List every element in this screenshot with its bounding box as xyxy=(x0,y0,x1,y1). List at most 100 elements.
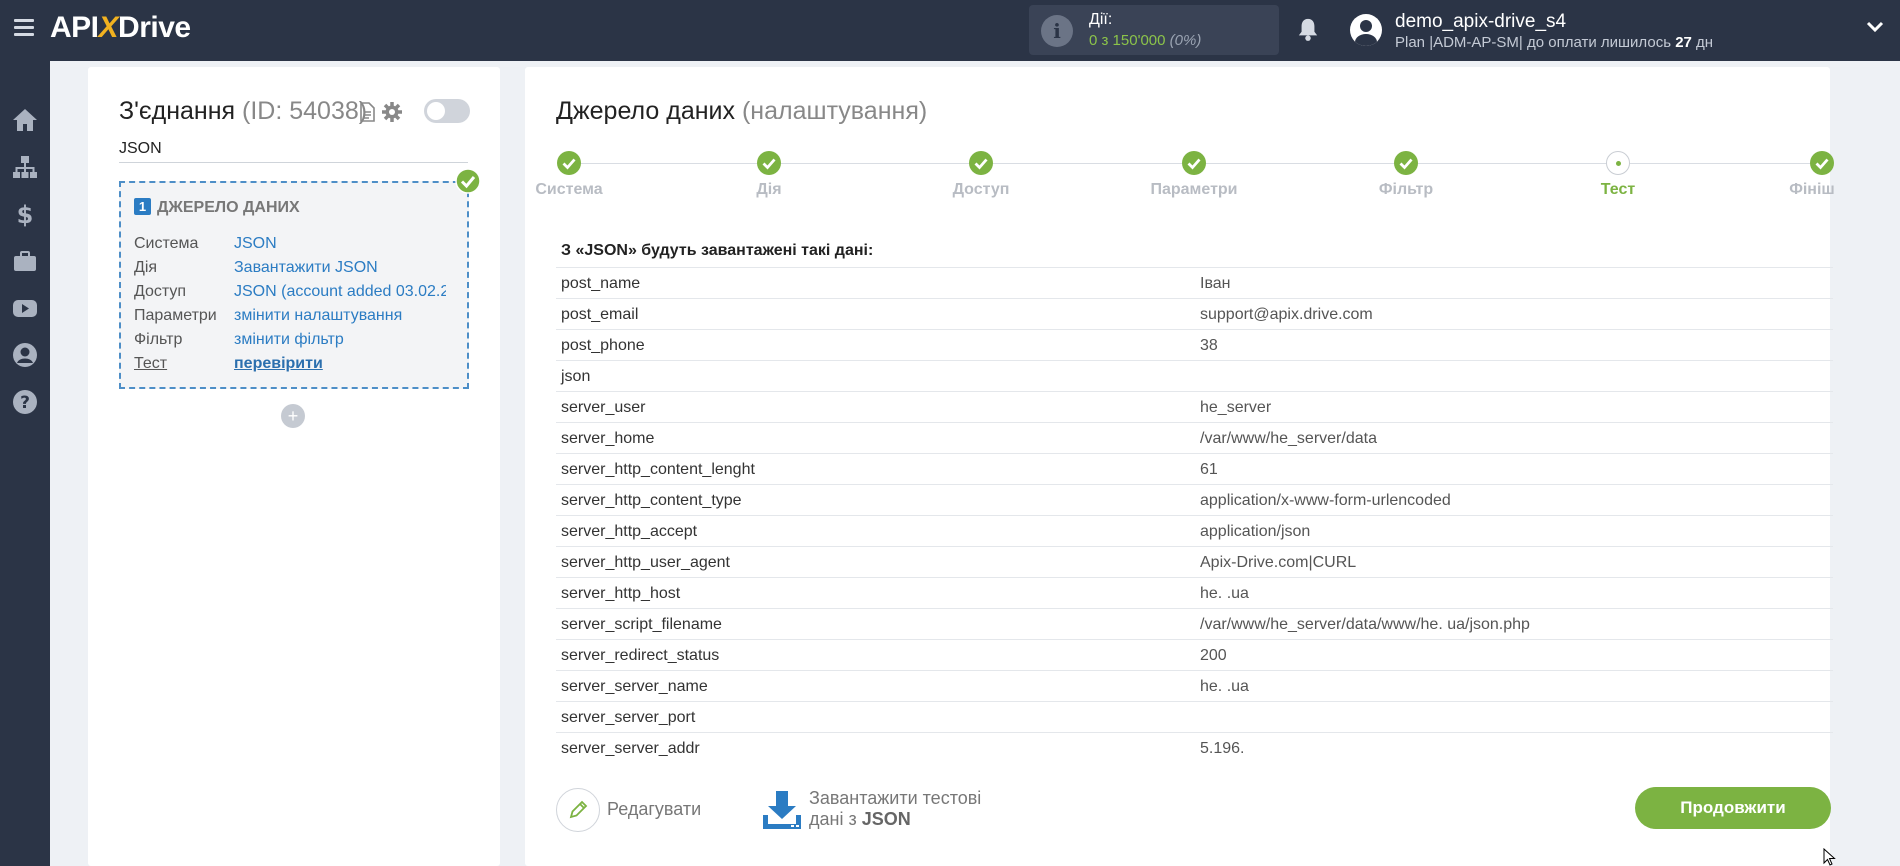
avatar[interactable] xyxy=(1350,14,1382,46)
actions-label: Дії: xyxy=(1089,11,1113,28)
source-row-params: Параметри змінити налаштування xyxy=(134,307,403,325)
user-name[interactable]: demo_apix-drive_s4 xyxy=(1395,11,1566,33)
chevron-down-icon[interactable] xyxy=(1866,20,1884,34)
field-name: server_server_name xyxy=(561,678,708,695)
briefcase-icon[interactable] xyxy=(11,247,39,275)
step-label: Дія xyxy=(756,181,782,198)
pencil-icon xyxy=(569,800,588,819)
youtube-icon[interactable] xyxy=(11,294,39,322)
step-label: Доступ xyxy=(952,181,1010,198)
field-name: server_http_user_agent xyxy=(561,554,730,571)
source-action-link[interactable]: Завантажити JSON xyxy=(234,259,378,277)
field-value: he_server xyxy=(1200,399,1272,416)
field-name: json xyxy=(561,368,591,385)
logo[interactable]: APIXDrive xyxy=(50,11,191,45)
table-heading: З «JSON» будуть завантажені такі дані: xyxy=(561,242,874,259)
field-name: server_server_addr xyxy=(561,740,700,757)
actions-counter: i Дії: 0 з 150'000 (0%) xyxy=(1029,5,1279,55)
step-current-dot xyxy=(1606,151,1630,175)
continue-button[interactable]: Продовжити xyxy=(1635,787,1831,829)
connection-name[interactable]: JSON xyxy=(119,140,468,163)
table-row: server_http_content_type application/x-ww… xyxy=(556,484,1833,515)
add-step-button[interactable]: + xyxy=(281,404,305,428)
step-check-icon xyxy=(757,151,781,175)
edit-label[interactable]: Редагувати xyxy=(607,799,701,820)
step-check-icon xyxy=(969,151,993,175)
table-row: server_server_port xyxy=(556,701,1833,732)
field-value: /var/www/he_server/data/www/he. ua/json.… xyxy=(1200,616,1530,633)
connection-title: З'єднання (ID: 54038) xyxy=(119,97,368,125)
user-icon[interactable] xyxy=(11,341,39,369)
home-icon[interactable] xyxy=(11,106,39,134)
info-icon: i xyxy=(1041,15,1073,47)
source-filter-link[interactable]: змінити фільтр xyxy=(234,331,344,349)
source-system-link[interactable]: JSON xyxy=(234,235,277,253)
field-name: server_http_host xyxy=(561,585,681,602)
field-value: /var/www/he_server/data xyxy=(1200,430,1377,447)
source-row-test: Тест перевірити xyxy=(134,355,323,373)
step-check-icon xyxy=(557,151,581,175)
table-row: server_server_name he. .ua xyxy=(556,670,1833,701)
table-row: server_home/var/www/he_server/data xyxy=(556,422,1833,453)
field-name: server_script_filename xyxy=(561,616,722,633)
field-value: application/x-www-form-urlencoded xyxy=(1200,492,1451,509)
document-icon[interactable] xyxy=(359,102,375,122)
field-value: Іван xyxy=(1200,275,1231,292)
help-icon[interactable]: ? xyxy=(11,388,39,416)
data-source-card[interactable]: 1 ДЖЕРЕЛО ДАНИХ Система JSON Дія Завантажит… xyxy=(119,181,469,389)
source-row-system: Система JSON xyxy=(134,235,277,253)
field-name: post_phone xyxy=(561,337,645,354)
field-name: server_http_content_lenght xyxy=(561,461,755,478)
source-row-action: Дія Завантажити JSON xyxy=(134,259,378,277)
user-plan: Plan |ADM-AP-SM| до оплати лишилось 27 д… xyxy=(1395,34,1714,51)
menu-icon[interactable] xyxy=(14,19,34,37)
table-row: server_redirect_status 200 xyxy=(556,639,1833,670)
svg-text:?: ? xyxy=(20,393,30,413)
step-check-icon xyxy=(1182,151,1206,175)
field-value: 38 xyxy=(1200,337,1218,354)
download-test-data-button[interactable]: Завантажити тестові дані з JSON xyxy=(809,788,981,830)
data-table: post_name Іван post_email support@apix.driv… xyxy=(556,267,1833,763)
step-label: Тест xyxy=(1600,181,1636,198)
field-value: 200 xyxy=(1200,647,1227,664)
table-row: post_email support@apix.drive.com xyxy=(556,298,1833,329)
table-row: server_http_user_agent Apix-Drive.com|CUR… xyxy=(556,546,1833,577)
connection-toggle[interactable] xyxy=(424,99,470,123)
sitemap-icon[interactable] xyxy=(11,153,39,181)
source-access-link[interactable]: JSON (account added 03.02.2 xyxy=(234,283,446,301)
field-name: server_http_content_type xyxy=(561,492,742,509)
mouse-cursor-icon xyxy=(1823,848,1836,866)
field-name: server_user xyxy=(561,399,646,416)
source-test-link[interactable]: перевірити xyxy=(234,355,323,373)
table-row: server_http_content_lenght 61 xyxy=(556,453,1833,484)
actions-value: 0 з 150'000 (0%) xyxy=(1089,32,1202,49)
field-name: server_redirect_status xyxy=(561,647,720,664)
table-row: json xyxy=(556,360,1833,391)
source-row-filter: Фільтр змінити фільтр xyxy=(134,331,344,349)
step-label: Параметри xyxy=(1150,181,1238,198)
step-check-icon xyxy=(1810,151,1834,175)
data-source-heading: 1 ДЖЕРЕЛО ДАНИХ xyxy=(134,198,300,217)
table-row: post_name Іван xyxy=(556,267,1833,298)
field-value: he. .ua xyxy=(1200,585,1249,602)
step-label: Фініш xyxy=(1789,181,1835,198)
top-bar: APIXDrive i Дії: 0 з 150'000 (0%) demo_a… xyxy=(0,0,1900,61)
edit-button[interactable] xyxy=(556,788,600,832)
source-params-link[interactable]: змінити налаштування xyxy=(234,307,402,325)
page-title: Джерело даних (налаштування) xyxy=(556,97,928,125)
bell-icon[interactable] xyxy=(1297,17,1319,41)
field-name: server_server_port xyxy=(561,709,696,726)
table-row: server_server_addr 5.196. xyxy=(556,732,1833,763)
field-value: 5.196. xyxy=(1200,740,1245,757)
field-value: application/json xyxy=(1200,523,1311,540)
gear-icon[interactable] xyxy=(381,101,403,123)
download-icon[interactable] xyxy=(761,789,803,831)
table-row: server_http_host he. .ua xyxy=(556,577,1833,608)
step-label: Система xyxy=(535,181,603,198)
field-name: server_home xyxy=(561,430,655,447)
field-name: server_http_accept xyxy=(561,523,698,540)
connection-panel: З'єднання (ID: 54038) JSON 1 ДЖЕРЕЛО ДАНИ… xyxy=(88,67,500,866)
dollar-icon[interactable]: $ xyxy=(11,200,39,228)
field-name: post_email xyxy=(561,306,639,323)
table-row: server_user he_server xyxy=(556,391,1833,422)
